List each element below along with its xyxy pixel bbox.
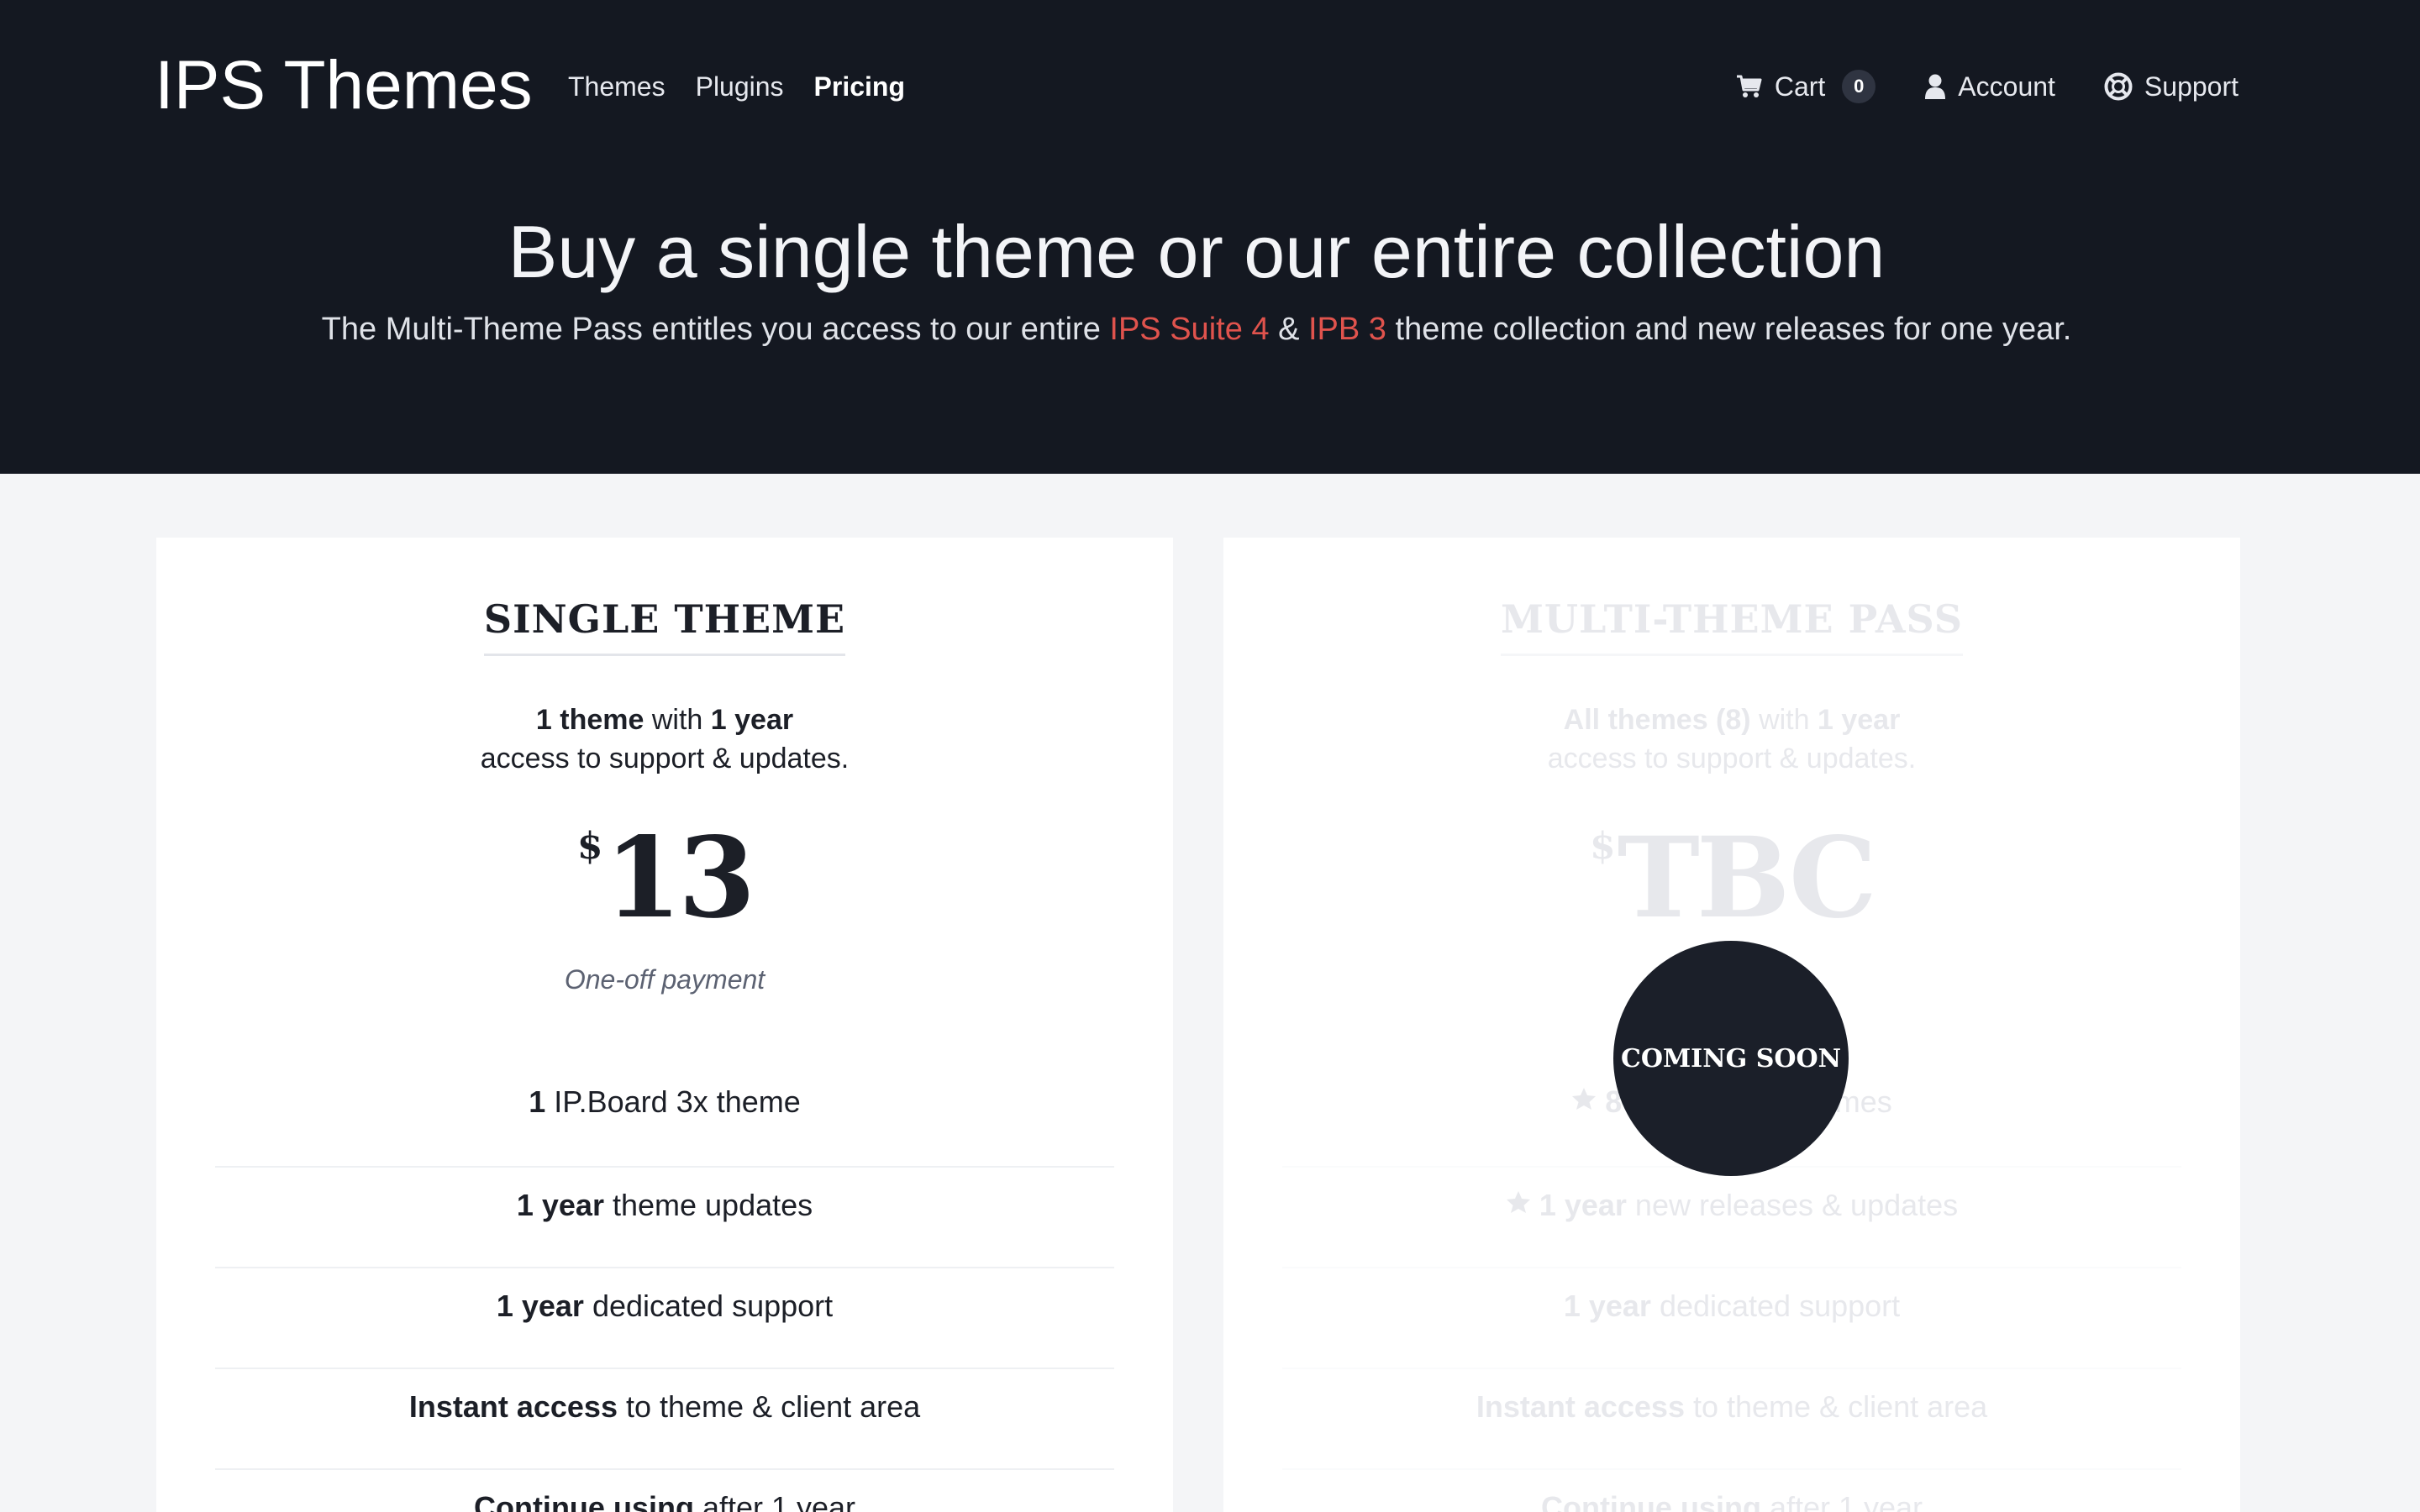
card-description-line1: 1 theme with 1 year xyxy=(156,701,1173,739)
cart-count-badge: 0 xyxy=(1842,70,1876,103)
feature-list: 1 IP.Board 3x theme 1 year theme updates… xyxy=(215,1067,1114,1512)
nav-themes[interactable]: Themes xyxy=(568,66,666,108)
feature-bold: 1 year xyxy=(496,1289,584,1323)
card-description-line2: access to support & updates. xyxy=(480,743,850,774)
feature-text: theme updates xyxy=(603,1188,813,1222)
cart-link[interactable]: Cart 0 xyxy=(1736,66,1876,108)
feature-bold: Instant access xyxy=(408,1389,618,1424)
feature-item: 1 year dedicated support xyxy=(215,1268,1114,1369)
user-icon xyxy=(1924,73,1946,100)
feature-text: dedicated support xyxy=(583,1289,834,1323)
price: $TBC xyxy=(1223,823,2240,934)
card-description: All themes (8) with 1 year access to sup… xyxy=(1223,701,2240,778)
feature-text: after 1 year xyxy=(1760,1490,1923,1512)
user-nav: Cart 0 Account Support xyxy=(1736,66,2238,108)
coming-soon-badge: COMING SOON xyxy=(1613,941,1849,1176)
feature-item: Continue using after 1 year xyxy=(1282,1470,2181,1512)
price-currency: $ xyxy=(1590,825,1616,868)
price-amount: TBC xyxy=(1617,813,1877,943)
cart-label: Cart xyxy=(1774,71,1826,102)
feature-item: 1 IP.Board 3x theme xyxy=(215,1067,1114,1168)
card-title-wrap: SINGLE THEME xyxy=(156,596,1173,656)
desc-bold: 1 theme xyxy=(535,704,644,736)
card-description-line2: access to support & updates. xyxy=(1547,743,1917,774)
price: $13 xyxy=(156,823,1173,934)
feature-text: IP.Board 3x theme xyxy=(545,1084,801,1119)
nav-plugins[interactable]: Plugins xyxy=(696,66,784,108)
support-label: Support xyxy=(2144,71,2238,102)
feature-text: dedicated support xyxy=(1650,1289,1901,1323)
card-title: SINGLE THEME xyxy=(483,596,846,656)
multi-theme-pass-card: MULTI-THEME PASS All themes (8) with 1 y… xyxy=(1223,538,2240,1512)
feature-text: new releases & updates xyxy=(1626,1188,1959,1222)
feature-item: Continue using after 1 year xyxy=(215,1470,1114,1512)
feature-bold: Continue using xyxy=(1540,1490,1761,1512)
star-icon xyxy=(1506,1166,1531,1242)
support-link[interactable]: Support xyxy=(2104,66,2238,108)
price-currency: $ xyxy=(576,825,603,868)
hero-title: Buy a single theme or our entire collect… xyxy=(508,210,1886,293)
desc-bold: 1 year xyxy=(1817,704,1901,736)
card-title: MULTI-THEME PASS xyxy=(1501,596,1963,656)
price-note: One-off payment xyxy=(564,964,765,995)
feature-item: 1 year theme updates xyxy=(215,1168,1114,1268)
card-description-line1: All themes (8) with 1 year xyxy=(1223,701,2240,739)
price-amount: 13 xyxy=(604,813,755,943)
hero-subtitle-text-end: theme collection and new releases for on… xyxy=(1386,312,2072,347)
feature-bold: 1 xyxy=(529,1084,546,1119)
feature-text: to theme & client area xyxy=(1684,1389,1988,1424)
hero-subtitle-amp: & xyxy=(1269,312,1308,347)
single-theme-card: SINGLE THEME 1 theme with 1 year access … xyxy=(156,538,1173,1512)
feature-bold: Instant access xyxy=(1476,1389,1685,1424)
feature-item: 1 year dedicated support xyxy=(1282,1268,2181,1369)
hero-subtitle: The Multi-Theme Pass entitles you access… xyxy=(0,306,2393,353)
desc-text: with xyxy=(1750,704,1818,736)
feature-text: after 1 year xyxy=(693,1490,856,1512)
star-icon xyxy=(1571,1065,1597,1136)
desc-bold: 1 year xyxy=(710,704,794,736)
feature-item: Instant access to theme & client area xyxy=(215,1369,1114,1470)
lifebuoy-icon xyxy=(2104,72,2133,101)
account-link[interactable]: Account xyxy=(1924,66,2055,108)
desc-bold: All themes (8) xyxy=(1563,704,1751,736)
ips-suite-link[interactable]: IPS Suite 4 xyxy=(1109,312,1269,347)
feature-bold: 1 year xyxy=(516,1188,604,1222)
desc-text: with xyxy=(644,704,711,736)
card-description: 1 theme with 1 year access to support & … xyxy=(156,701,1173,778)
cart-icon xyxy=(1736,74,1763,99)
feature-item: 1 year new releases & updates xyxy=(1282,1168,2181,1268)
site-logo[interactable]: IPS Themes xyxy=(155,44,533,128)
feature-bold: Continue using xyxy=(473,1490,694,1512)
nav-pricing[interactable]: Pricing xyxy=(814,66,905,108)
ipb3-link[interactable]: IPB 3 xyxy=(1308,312,1386,347)
feature-bold: 1 year xyxy=(1539,1188,1627,1222)
feature-item: Instant access to theme & client area xyxy=(1282,1369,2181,1470)
card-title-wrap: MULTI-THEME PASS xyxy=(1223,596,2240,656)
feature-bold: 1 year xyxy=(1563,1289,1651,1323)
feature-text: to theme & client area xyxy=(617,1389,921,1424)
account-label: Account xyxy=(1958,71,2055,102)
site-header: IPS Themes Themes Plugins Pricing Cart 0 xyxy=(0,0,2420,474)
hero-subtitle-text: The Multi-Theme Pass entitles you access… xyxy=(321,312,1110,347)
main-nav: Themes Plugins Pricing xyxy=(568,66,905,108)
